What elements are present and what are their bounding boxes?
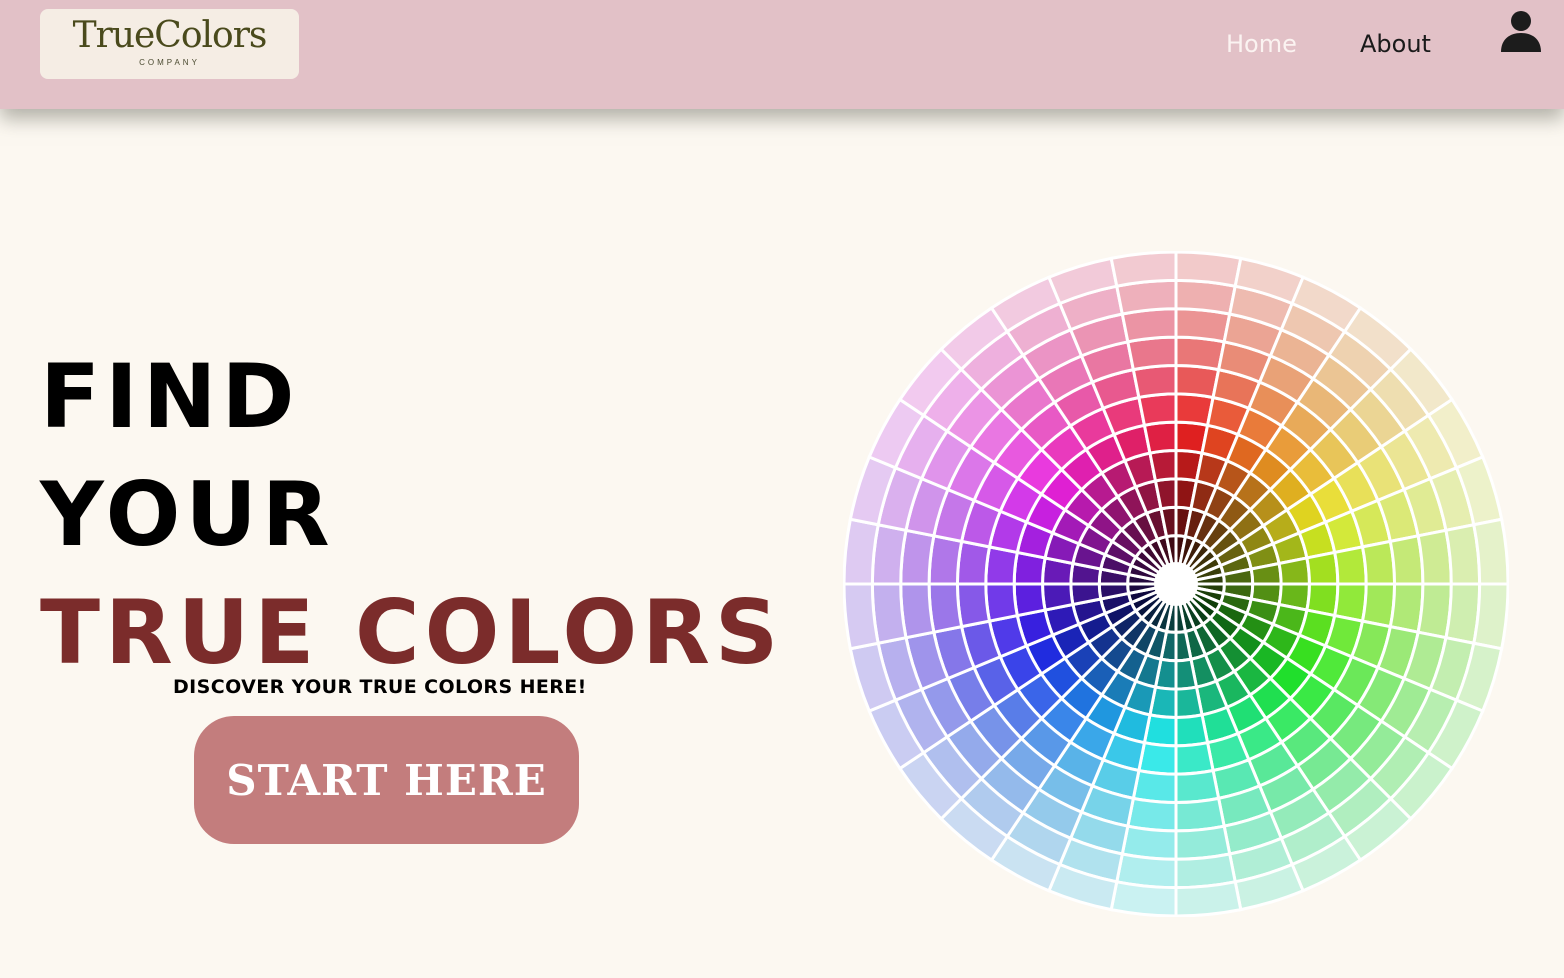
color-wheel-swatch [1305, 550, 1340, 586]
logo-tagline: COMPANY [139, 58, 200, 67]
user-icon[interactable] [1500, 10, 1542, 54]
color-wheel-swatch [1109, 880, 1178, 917]
hero-subtitle: DISCOVER YOUR TRUE COLORS HERE! [173, 676, 587, 698]
color-wheel-swatch [1041, 582, 1075, 612]
color-wheel-swatch [1472, 582, 1509, 651]
hero-title-line-1: FIND [40, 345, 300, 448]
color-wheel-image [843, 251, 1509, 917]
color-wheel-swatch [843, 517, 880, 586]
nav-home-link[interactable]: Home [1226, 28, 1297, 60]
start-here-button[interactable]: START HERE [194, 716, 579, 844]
color-wheel-center [1154, 562, 1198, 606]
color-wheel-swatch [955, 539, 992, 586]
color-wheel-swatch [1174, 713, 1210, 748]
top-navbar: TrueColors COMPANY Home About [0, 0, 1564, 109]
color-wheel-swatch [1174, 880, 1243, 917]
color-wheel-swatch [1174, 740, 1215, 776]
color-wheel-swatch [1332, 545, 1368, 586]
color-wheel-swatch [843, 582, 880, 651]
color-wheel-swatch [984, 582, 1020, 623]
color-wheel-swatch [1472, 517, 1509, 586]
hero-title-line-3: TRUE COLORS [40, 581, 784, 684]
color-wheel-swatch [1109, 251, 1178, 288]
nav-about-link[interactable]: About [1360, 28, 1431, 60]
color-wheel-swatch [1174, 251, 1243, 288]
color-wheel-swatch [1174, 685, 1204, 719]
color-wheel-swatch [1360, 582, 1397, 629]
color-wheel-swatch [1137, 392, 1178, 428]
color-wheel-swatch [1277, 556, 1311, 586]
color-wheel-swatch [1131, 363, 1178, 400]
color-wheel-swatch [1360, 539, 1397, 586]
color-wheel-swatch [1012, 582, 1047, 618]
color-wheel-swatch [1131, 768, 1178, 805]
company-logo[interactable]: TrueColors COMPANY [40, 9, 299, 79]
hero-title-line-2: YOUR [40, 463, 335, 566]
color-wheel-swatch [1142, 420, 1178, 455]
logo-wordmark: TrueColors [72, 15, 268, 56]
color-wheel-swatch [1148, 449, 1178, 483]
color-wheel-swatch [1174, 768, 1221, 805]
color-wheel-swatch [1174, 363, 1221, 400]
color-wheel-swatch [955, 582, 992, 629]
